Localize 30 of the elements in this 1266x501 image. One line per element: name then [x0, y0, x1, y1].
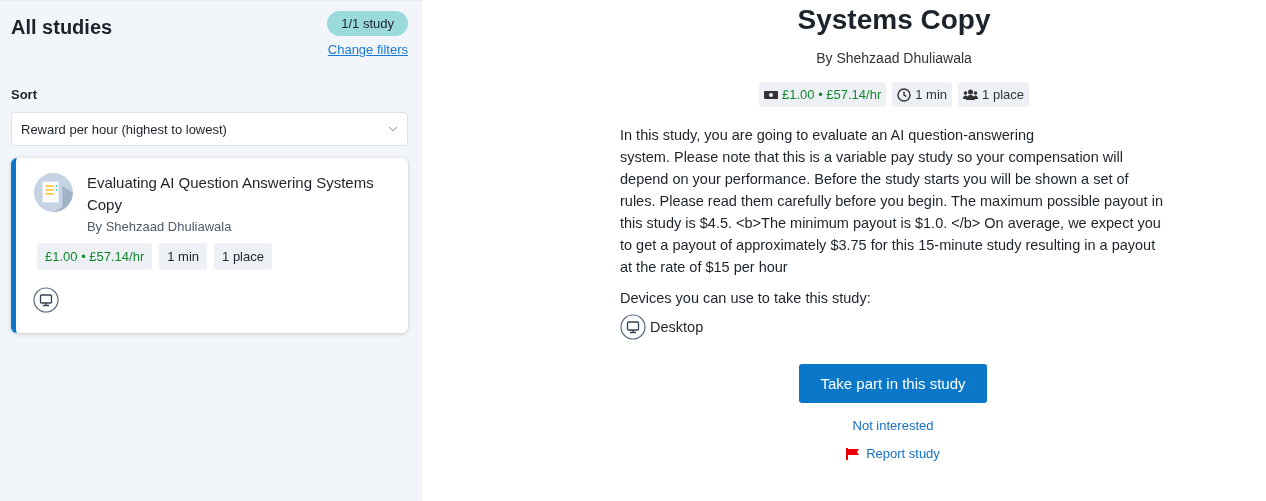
study-card[interactable]: Evaluating AI Question Answering Systems Copy By Shehzaad Dhuliawala £1.00 • £57.14/hr 1 min 1 place	[11, 158, 408, 333]
study-title: Evaluating AI Question Answering Systems Copy	[86, 173, 375, 215]
not-interested-link[interactable]: Not interested	[852, 418, 934, 433]
cash-icon	[764, 89, 778, 100]
change-filters-link[interactable]: Change filters	[327, 42, 408, 57]
researcher-name: By Shehzaad Dhuliawala	[86, 219, 233, 234]
devices-heading: Devices you can use to take this study:	[620, 290, 872, 306]
document-icon	[34, 172, 73, 213]
desktop-icon	[33, 287, 59, 313]
study-description: In this study, you are going to evaluate an AI question-answering system. Please note that this is a variable pay study so your compensation will depend on your performance. Before the study starts you will be shown a set of rules. Please read them carefully before you begin. The maximum possible payout in this study is $4.5. <b>The minimum payout is $1.0. </b> On average, we expect you to get a payout of approximately $3.75 for this 15-minute study resulting in a payout at the rate of $15 per hour	[620, 126, 1164, 277]
flag-icon	[846, 447, 860, 460]
sort-label: Sort	[11, 87, 38, 102]
take-part-button[interactable]: Take part in this study	[799, 364, 987, 403]
places-tag: 1 place	[958, 82, 1029, 107]
report-study-link[interactable]: Report study	[846, 446, 940, 461]
chevron-down-icon	[388, 126, 398, 132]
reward-tag: £1.00 • £57.14/hr	[759, 82, 887, 107]
people-icon	[963, 89, 979, 100]
places-tag: 1 place	[214, 243, 272, 270]
researcher-name: By Shehzaad Dhuliawala	[815, 50, 973, 66]
clock-icon	[897, 87, 912, 102]
page-title: All studies	[11, 16, 113, 39]
duration-tag: 1 min	[159, 243, 208, 270]
desktop-icon	[620, 314, 646, 340]
reward-tag: £1.00 • £57.14/hr	[37, 243, 153, 270]
duration-tag: 1 min	[892, 82, 953, 107]
device-label: Desktop	[650, 319, 704, 335]
study-title: Systems Copy	[796, 4, 992, 36]
study-count-badge: 1/1 study	[327, 11, 408, 36]
sort-dropdown[interactable]: Reward per hour (highest to lowest)	[11, 112, 408, 146]
